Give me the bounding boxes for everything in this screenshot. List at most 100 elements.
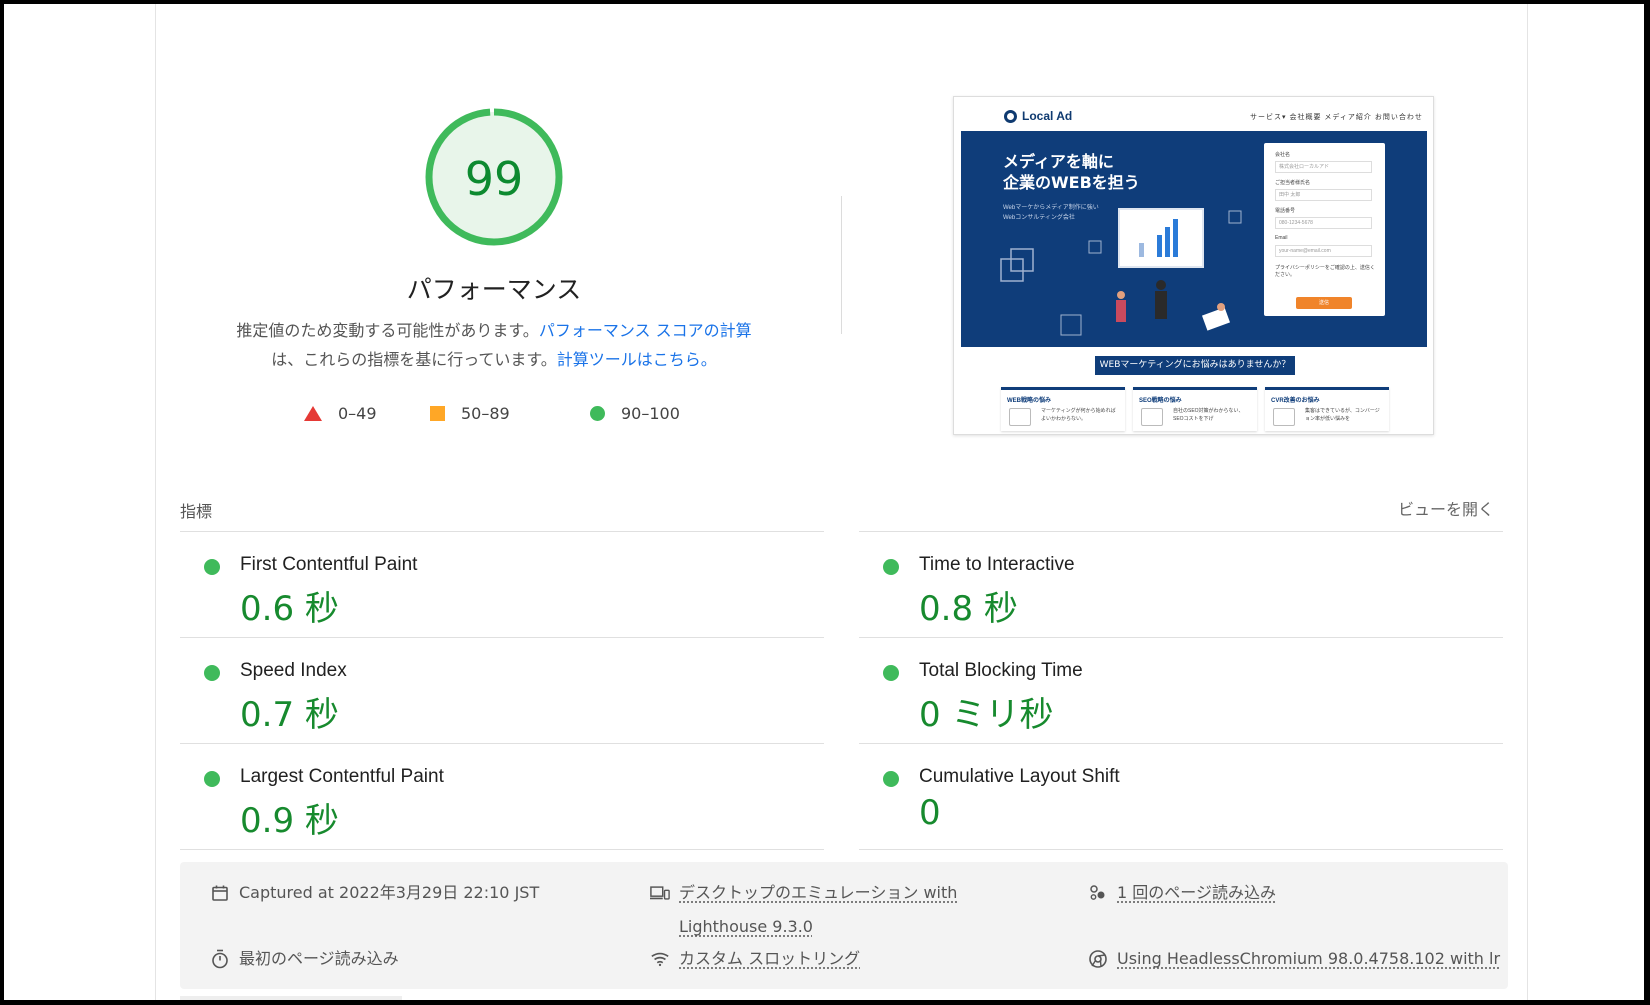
square-icon	[430, 405, 445, 421]
metric-name: Time to Interactive	[919, 554, 1075, 575]
card-illustration	[1009, 408, 1031, 426]
metric-name: Cumulative Layout Shift	[919, 766, 1120, 787]
legend-range: 0–49	[338, 403, 377, 423]
metrics-divider	[859, 849, 1503, 850]
thumb-card: SEO戦略の悩み 自社のSEO対策がわからない、SEOコストを下げ	[1133, 387, 1257, 431]
score-calc-link[interactable]: パフォーマンス スコアの計算	[539, 321, 752, 340]
pass-circle-icon	[204, 559, 220, 575]
wifi-throttle-icon	[650, 942, 670, 976]
form-note: プライバシーポリシーをご確認の上、送信ください。	[1275, 265, 1375, 278]
score-legend: 0–49 50–89 90–100	[304, 400, 704, 426]
form-field: your-name@email.com	[1275, 245, 1372, 257]
left-guide-line	[155, 4, 156, 1000]
emulation-link-line-1[interactable]: デスクトップのエミュレーション with	[679, 883, 957, 902]
report-page: 99 パフォーマンス 推定値のため変動する可能性があります。パフォーマンス スコ…	[4, 4, 1644, 1000]
metric-value: 0.9 秒	[240, 801, 339, 841]
metric-name: Largest Contentful Paint	[240, 766, 444, 787]
headline-line-1: メディアを軸に	[1003, 152, 1114, 171]
info-page-loads[interactable]: 1 回のページ読み込み	[1088, 876, 1276, 910]
score-description: 推定値のため変動する可能性があります。パフォーマンス スコアの計算 は、これらの…	[204, 316, 784, 374]
info-captured: Captured at 2022年3月29日 22:10 JST	[210, 876, 539, 910]
circle-icon	[590, 405, 605, 421]
card-title: SEO戦略の悩み	[1139, 398, 1182, 404]
performance-title: パフォーマンス	[406, 275, 582, 304]
thumb-contact-form: 会社名 株式会社ローカルアド ご担当者様氏名 田中 太郎 電話番号 080-12…	[1264, 143, 1385, 316]
card-illustration	[1141, 408, 1163, 426]
form-submit-button: 送信	[1296, 297, 1352, 309]
card-title: WEB戦略の悩み	[1007, 398, 1051, 404]
legend-item-pass: 90–100	[590, 400, 680, 426]
thumb-nav: サービス▾ 会社概要 メディア紹介 お問い合わせ	[1250, 114, 1423, 121]
form-label: 電話番号	[1275, 208, 1296, 214]
metric-name: First Contentful Paint	[240, 554, 418, 575]
legend-range: 90–100	[621, 403, 680, 423]
metrics-heading: 指標	[180, 502, 213, 521]
metric-value: 0.8 秒	[919, 589, 1018, 629]
metric-speed-index: Speed Index 0.7 秒	[180, 638, 824, 743]
page-screenshot-thumbnail[interactable]: Local Ad サービス▾ 会社概要 メディア紹介 お問い合わせ メディアを軸…	[953, 96, 1434, 435]
description-text: 推定値のため変動する可能性があります。	[236, 321, 539, 340]
info-emulation[interactable]: デスクトップのエミュレーション with Lighthouse 9.3.0	[650, 876, 957, 944]
throttling-link[interactable]: カスタム スロットリング	[679, 942, 860, 976]
info-throttling[interactable]: カスタム スロットリング	[650, 942, 860, 976]
metric-name: Speed Index	[240, 660, 347, 681]
calendar-icon	[210, 876, 230, 910]
metric-time-to-interactive: Time to Interactive 0.8 秒	[859, 532, 1503, 637]
logo-text: Local Ad	[1022, 109, 1073, 123]
form-field: 株式会社ローカルアド	[1275, 161, 1372, 173]
thumb-banner: WEBマーケティングにお悩みはありませんか？	[1095, 356, 1295, 375]
metrics-divider	[180, 849, 824, 850]
card-body: 集客はできているが、コンバージョン率が低い悩みを	[1305, 408, 1380, 422]
metric-value: 0.7 秒	[240, 695, 339, 735]
performance-score: 99	[464, 152, 524, 206]
description-text-2: は、これらの指標を基に行っています。	[271, 350, 557, 369]
metric-value: 0.6 秒	[240, 589, 339, 629]
headline-line-2: 企業のWEBを担う	[1003, 173, 1140, 192]
page-loads-icon	[1088, 876, 1108, 910]
emulation-link-line-2[interactable]: Lighthouse 9.3.0	[679, 917, 813, 936]
form-field: 田中 太郎	[1275, 189, 1372, 201]
chrome-icon	[1088, 942, 1108, 976]
metric-name: Total Blocking Time	[919, 660, 1083, 681]
view-toggle-button[interactable]: ビューを開く	[1334, 496, 1494, 520]
form-label: 会社名	[1275, 152, 1291, 158]
pass-circle-icon	[883, 559, 899, 575]
runtime-settings: Captured at 2022年3月29日 22:10 JST デスクトップの…	[180, 862, 1508, 989]
form-label: ご担当者様氏名	[1275, 180, 1311, 186]
logo-icon	[1004, 109, 1017, 123]
calculator-link[interactable]: 計算ツールはこちら。	[557, 350, 717, 369]
info-initial-load: 最初のページ読み込み	[210, 942, 399, 976]
captured-text: Captured at 2022年3月29日 22:10 JST	[239, 883, 540, 902]
legend-item-average: 50–89	[430, 400, 510, 426]
metric-value: 0	[919, 793, 941, 833]
thumb-card: CVR改善のお悩み 集客はできているが、コンバージョン率が低い悩みを	[1265, 387, 1389, 431]
browser-link[interactable]: Using HeadlessChromium 98.0.4758.102 wit…	[1117, 942, 1500, 976]
pass-circle-icon	[883, 665, 899, 681]
initial-load-text: 最初のページ読み込み	[239, 949, 399, 968]
metric-value: 0 ミリ秒	[919, 695, 1054, 735]
card-title: CVR改善のお悩み	[1271, 398, 1320, 404]
legend-range: 50–89	[461, 403, 510, 423]
page-loads-link[interactable]: 1 回のページ読み込み	[1117, 876, 1276, 910]
devices-icon	[650, 876, 670, 910]
thumb-card: WEB戦略の悩み マーケティングが何から始めればよいかわからない。	[1001, 387, 1125, 431]
card-body: 自社のSEO対策がわからない、SEOコストを下げ	[1173, 408, 1244, 422]
info-browser[interactable]: Using HeadlessChromium 98.0.4758.102 wit…	[1088, 942, 1500, 976]
form-field: 080-1234-5678	[1275, 217, 1372, 229]
vertical-divider	[841, 196, 842, 334]
metric-total-blocking-time: Total Blocking Time 0 ミリ秒	[859, 638, 1503, 743]
stopwatch-icon	[210, 942, 230, 976]
thumb-hero: メディアを軸に 企業のWEBを担う Webマーケからメディア制作に強いWebコン…	[961, 131, 1427, 347]
legend-item-fail: 0–49	[304, 400, 377, 426]
triangle-icon	[304, 405, 322, 421]
right-guide-line	[1527, 4, 1528, 1000]
bottom-tab	[180, 996, 402, 1000]
thumb-headline: メディアを軸に 企業のWEBを担う	[1003, 151, 1140, 193]
pass-circle-icon	[204, 771, 220, 787]
metric-first-contentful-paint: First Contentful Paint 0.6 秒	[180, 532, 824, 637]
metric-cumulative-layout-shift: Cumulative Layout Shift 0	[859, 744, 1503, 849]
form-label: Email	[1275, 235, 1288, 241]
metric-largest-contentful-paint: Largest Contentful Paint 0.9 秒	[180, 744, 824, 849]
thumb-logo: Local Ad	[1004, 109, 1072, 123]
card-illustration	[1273, 408, 1295, 426]
